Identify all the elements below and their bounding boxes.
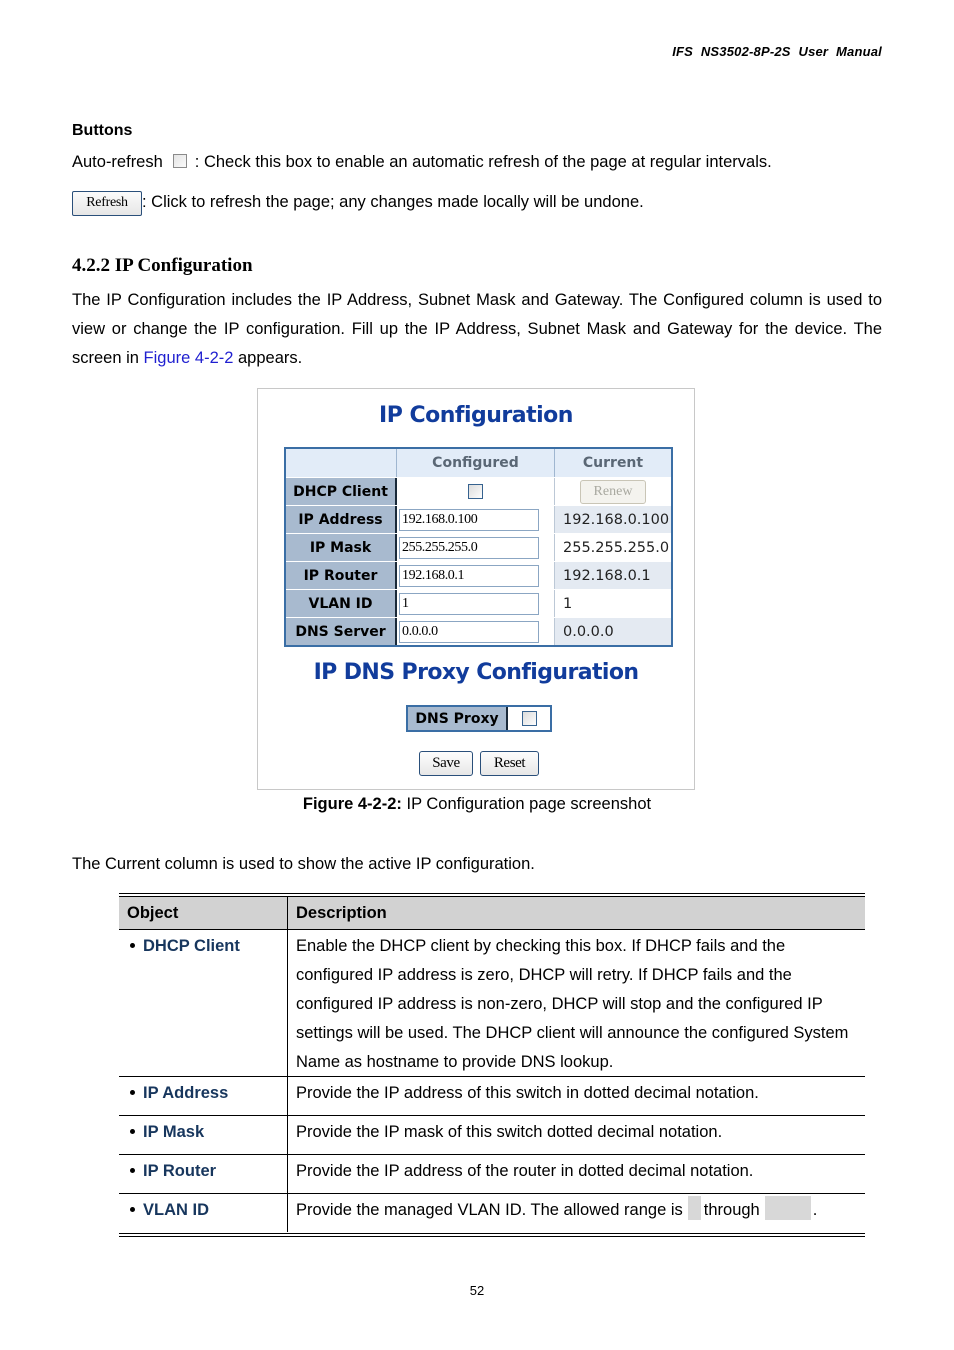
save-button[interactable]: Save	[419, 751, 473, 776]
object-description: Provide the IP address of this switch in…	[296, 1084, 759, 1102]
auto-refresh-text: : Check this box to enable an automatic …	[194, 153, 772, 171]
dns-server-input[interactable]: 0.0.0.0	[399, 620, 539, 643]
row-label: DHCP Client	[286, 478, 397, 505]
table-row: VLAN ID Provide the managed VLAN ID. The…	[119, 1194, 865, 1232]
row-label: IP Mask	[286, 534, 397, 561]
description-part: through	[703, 1201, 760, 1219]
header-configured: Configured	[397, 449, 555, 477]
table-row: IP Mask Provide the IP mask of this swit…	[119, 1116, 865, 1155]
auto-refresh-label: Auto-refresh	[72, 153, 163, 171]
vlan-id-current: 1	[555, 590, 671, 617]
dns-proxy-table: DNS Proxy	[406, 705, 552, 732]
row-label: DNS Server	[286, 618, 397, 645]
ip-mask-input[interactable]: 255.255.255.0	[399, 536, 539, 559]
bullet-icon	[130, 1207, 135, 1212]
ip-configuration-screenshot: IP Configuration Configured Current DHCP…	[257, 388, 695, 790]
description-part: .	[812, 1201, 818, 1219]
object-name: DHCP Client	[143, 937, 240, 955]
figure-link[interactable]: Figure 4-2-2	[144, 349, 234, 367]
bullet-icon	[130, 1090, 135, 1095]
table-row: IP Router Provide the IP address of the …	[119, 1155, 865, 1194]
object-description: Enable the DHCP client by checking this …	[296, 937, 849, 1071]
redacted-range-start	[687, 1196, 701, 1220]
header-object: Object	[119, 897, 288, 929]
refresh-description: Refresh: Click to refresh the page; any …	[72, 188, 644, 217]
reset-button[interactable]: Reset	[480, 751, 539, 776]
object-description-table: Object Description DHCP Client Enable th…	[119, 893, 865, 1237]
description-part: Provide the managed VLAN ID. The allowed…	[296, 1201, 683, 1219]
object-name: IP Router	[143, 1162, 217, 1180]
current-column-paragraph: The Current column is used to show the a…	[72, 855, 535, 873]
figure-caption: Figure 4-2-2: IP Configuration page scre…	[0, 795, 954, 814]
row-label: VLAN ID	[286, 590, 397, 617]
intro-paragraph: The IP Configuration includes the IP Add…	[72, 286, 882, 373]
row-label: IP Address	[286, 506, 397, 533]
bullet-icon	[130, 1129, 135, 1134]
object-name: IP Address	[143, 1084, 229, 1102]
ip-address-current: 192.168.0.100	[555, 506, 671, 533]
table-header-row: Configured Current	[286, 449, 671, 478]
page-number: 52	[469, 1283, 485, 1298]
caption-text: IP Configuration page screenshot	[401, 795, 652, 813]
ip-address-row: IP Address 192.168.0.100 192.168.0.100	[286, 506, 671, 534]
manual-header-title: IFS NS3502-8P-2S User Manual	[672, 44, 882, 59]
ip-router-row: IP Router 192.168.0.1 192.168.0.1	[286, 562, 671, 590]
dns-proxy-checkbox[interactable]	[521, 711, 537, 726]
ip-mask-current: 255.255.255.0	[555, 534, 671, 561]
ip-address-input[interactable]: 192.168.0.100	[399, 508, 539, 531]
ip-configuration-title: IP Configuration	[379, 403, 573, 428]
ip-config-table: Configured Current DHCP Client Renew IP …	[284, 447, 673, 647]
dns-proxy-label: DNS Proxy	[408, 707, 508, 730]
renew-button[interactable]: Renew	[580, 479, 646, 504]
ip-router-input[interactable]: 192.168.0.1	[399, 564, 539, 587]
section-heading: 4.2.2 IP Configuration	[72, 255, 253, 276]
vlan-id-row: VLAN ID 1 1	[286, 590, 671, 618]
dhcp-client-row: DHCP Client Renew	[286, 478, 671, 506]
refresh-text: : Click to refresh the page; any changes…	[142, 193, 644, 211]
auto-refresh-description: Auto-refresh : Check this box to enable a…	[72, 148, 772, 177]
buttons-heading: Buttons	[72, 122, 133, 139]
dns-proxy-title: IP DNS Proxy Configuration	[313, 660, 639, 685]
ip-mask-row: IP Mask 255.255.255.0 255.255.255.0	[286, 534, 671, 562]
intro-text-end: appears.	[233, 349, 303, 367]
dns-server-row: DNS Server 0.0.0.0 0.0.0.0	[286, 618, 671, 645]
table-bottom-rule	[119, 1233, 865, 1237]
object-description: Provide the managed VLAN ID. The allowed…	[288, 1194, 865, 1232]
object-name: VLAN ID	[143, 1201, 209, 1219]
auto-refresh-checkbox[interactable]	[172, 154, 187, 168]
bullet-icon	[130, 943, 135, 948]
object-description: Provide the IP mask of this switch dotte…	[296, 1123, 723, 1141]
row-label: IP Router	[286, 562, 397, 589]
header-blank	[286, 449, 397, 477]
header-description: Description	[296, 904, 387, 922]
redacted-range-end	[764, 1196, 811, 1220]
vlan-id-input[interactable]: 1	[399, 592, 539, 615]
caption-label: Figure 4-2-2:	[302, 795, 402, 813]
table-row: IP Address Provide the IP address of thi…	[119, 1077, 865, 1116]
refresh-button[interactable]: Refresh	[72, 191, 142, 216]
header-current: Current	[555, 449, 671, 477]
object-name: IP Mask	[143, 1123, 205, 1141]
object-description: Provide the IP address of the router in …	[296, 1162, 754, 1180]
table-header-row: Object Description	[119, 897, 865, 930]
dhcp-client-checkbox[interactable]	[468, 484, 483, 499]
dns-server-current: 0.0.0.0	[555, 618, 671, 645]
ip-router-current: 192.168.0.1	[555, 562, 671, 589]
table-row: DHCP Client Enable the DHCP client by ch…	[119, 930, 865, 1077]
bullet-icon	[130, 1168, 135, 1173]
